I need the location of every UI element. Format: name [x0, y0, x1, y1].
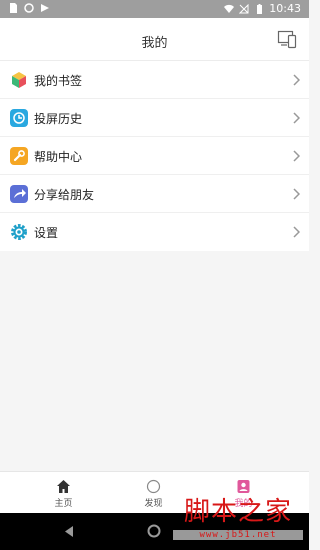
menu-item-share[interactable]: 分享给朋友 [0, 175, 309, 213]
home-icon [57, 480, 70, 493]
status-notifications [8, 3, 50, 13]
page-title: 我的 [141, 36, 168, 51]
discover-icon [146, 479, 161, 494]
menu-item-label: 设置 [34, 226, 59, 240]
chevron-right-icon [293, 150, 300, 162]
menu-item-label: 投屏历史 [34, 112, 83, 126]
sync-icon [24, 3, 34, 13]
share-arrow-icon [10, 185, 28, 203]
profile-icon [237, 480, 250, 493]
chevron-right-icon [293, 226, 300, 238]
tab-discover-label: 发现 [144, 499, 163, 509]
chevron-right-icon [293, 74, 300, 86]
wifi-icon [224, 4, 235, 13]
status-bar: 10:43 [0, 0, 309, 18]
app-header: 我的 [0, 18, 309, 61]
menu-item-settings[interactable]: 设置 [0, 213, 309, 251]
menu-item-cast-history[interactable]: 投屏历史 [0, 99, 309, 137]
bottom-navigation: 主页 发现 我的 [0, 471, 309, 513]
clock-icon [10, 109, 28, 127]
menu-item-label: 帮助中心 [34, 150, 83, 164]
chevron-right-icon [293, 188, 300, 200]
sd-card-icon [10, 3, 17, 13]
status-system: 10:43 [224, 2, 301, 15]
menu-item-label: 分享给朋友 [34, 188, 95, 202]
home-button-icon[interactable] [147, 524, 161, 538]
no-signal-icon [239, 3, 249, 13]
battery-icon [257, 3, 263, 14]
tab-discover[interactable]: 发现 [102, 472, 205, 514]
tab-home-label: 主页 [54, 499, 73, 509]
play-store-icon [41, 4, 49, 12]
tab-mine[interactable]: 我的 [192, 472, 295, 514]
gear-icon [11, 224, 27, 240]
tab-mine-label: 我的 [234, 499, 253, 509]
status-time: 10:43 [269, 2, 301, 15]
settings-menu: 我的书签 投屏历史 帮助中心 分享给朋友 设置 [0, 61, 309, 251]
menu-item-help-center[interactable]: 帮助中心 [0, 137, 309, 175]
cast-device-icon[interactable] [277, 28, 299, 50]
cube-icon [12, 72, 26, 88]
tab-home[interactable]: 主页 [12, 472, 115, 514]
wrench-icon [10, 147, 28, 165]
menu-item-bookmarks[interactable]: 我的书签 [0, 61, 309, 99]
menu-item-label: 我的书签 [34, 74, 83, 88]
system-navigation-bar [0, 513, 309, 550]
chevron-right-icon [293, 112, 300, 124]
back-icon[interactable] [63, 525, 75, 538]
